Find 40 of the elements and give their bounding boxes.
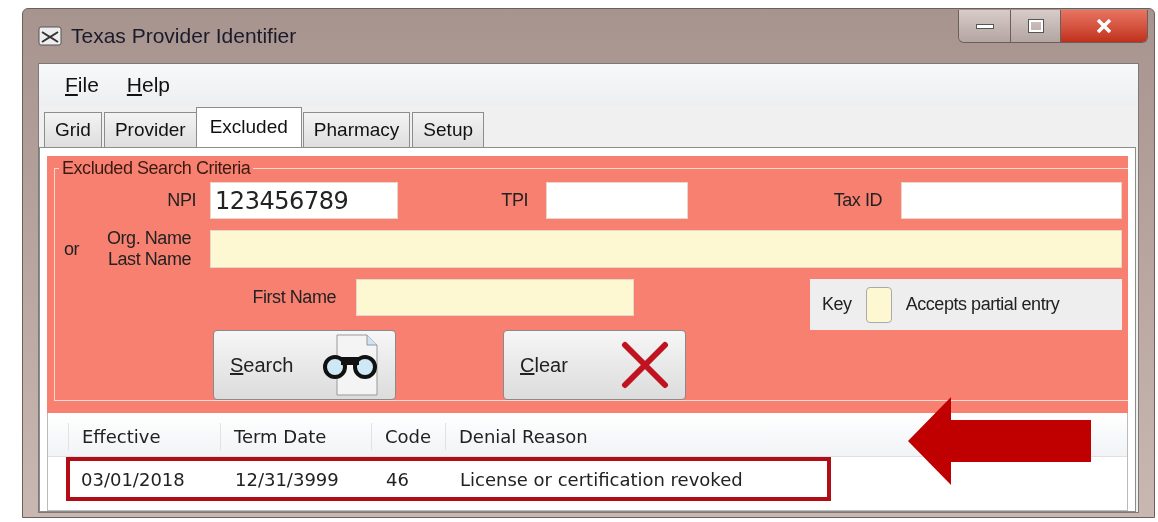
tab[interactable]: Pharmacy [302,112,411,147]
input-field[interactable] [546,182,688,219]
input-field[interactable] [210,230,1122,268]
minimize-button[interactable] [959,10,1011,42]
tab[interactable]: Excluded [195,107,302,147]
close-icon [1096,19,1112,33]
column-header[interactable]: Code [371,423,445,450]
field-label: TPI [500,189,528,212]
field-label: Tax ID [832,189,882,212]
group-title: Excluded Search Criteria [61,158,252,178]
tab[interactable]: Provider [103,112,197,147]
table-cell-text: 46 [385,467,410,492]
legend-text: Accepts partial entry [905,293,1060,316]
highlighted-row[interactable]: 03/01/2018 12/31/3999 46 License or certification revoked [66,457,831,501]
input-field[interactable] [901,182,1122,219]
table-cell-text: 12/31/3999 [234,467,340,492]
field-label: NPI [166,189,196,212]
menu-item[interactable]: Help [126,69,171,101]
tab[interactable]: Grid [44,112,102,147]
menu-item[interactable]: File [65,69,99,101]
field-label: Org. Name [107,228,191,249]
tab[interactable]: Setup [412,112,484,147]
binoculars-document-icon [323,333,379,397]
column-header[interactable]: Term Date [220,423,371,450]
window-title: Texas Provider Identifier [71,23,297,50]
or-label: or [64,237,81,261]
input-field[interactable]: 123456789 [210,182,398,219]
legend-label: Key [822,293,852,316]
clear-button[interactable]: Clear [503,330,686,400]
field-label: Last Name [108,249,191,270]
maximize-button[interactable] [1011,10,1061,42]
search-button[interactable]: Search [213,330,396,400]
table-cell-text: 03/01/2018 [80,467,186,492]
table-cell-text: License or certification revoked [459,467,744,492]
column-header[interactable]: Effective [68,423,220,450]
input-field[interactable] [356,279,634,316]
field-label: First Name [251,286,336,309]
close-x-icon [621,341,669,389]
app-icon [37,23,63,49]
close-button[interactable] [1061,10,1147,42]
